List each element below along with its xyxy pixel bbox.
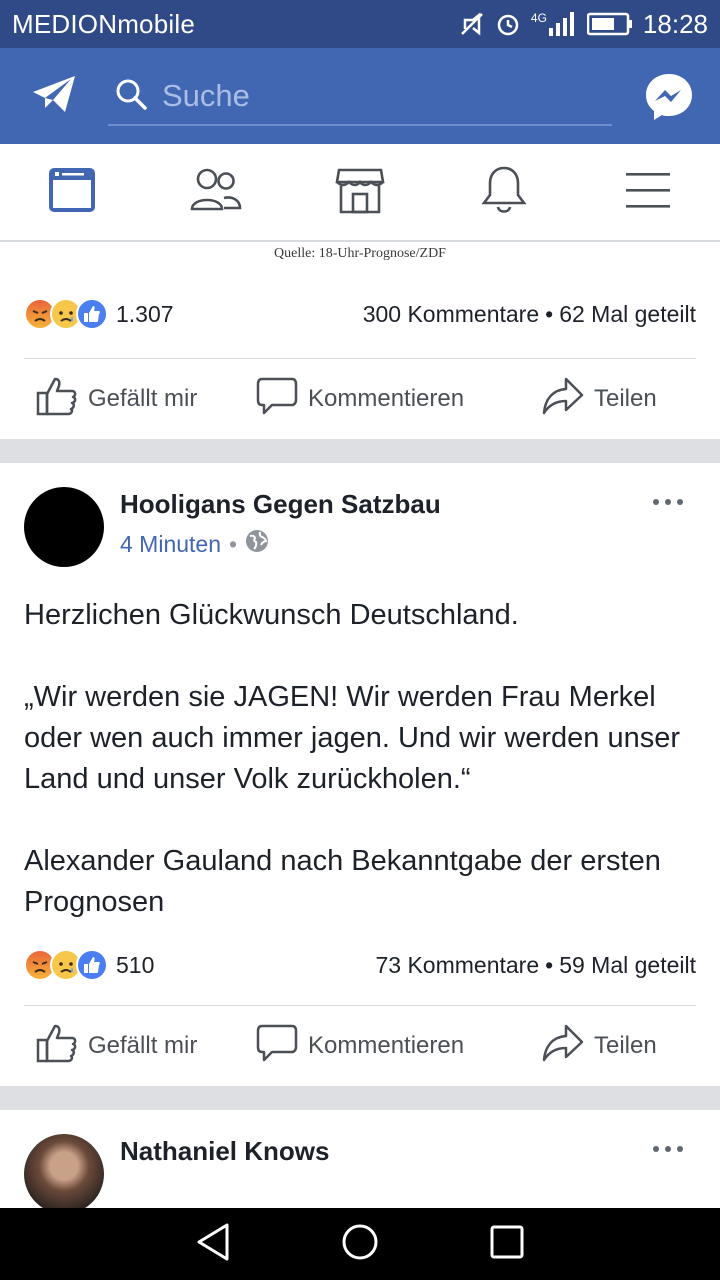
post-stats: 1.307 300 Kommentare • 62 Mal geteilt	[0, 270, 720, 358]
alarm-icon	[495, 11, 521, 37]
messenger-button[interactable]	[644, 72, 694, 127]
engagement-summary[interactable]: 300 Kommentare • 62 Mal geteilt	[363, 301, 696, 328]
search-bar[interactable]	[108, 68, 612, 126]
post-timestamp[interactable]: 4 Minuten	[120, 531, 221, 558]
comment-bubble-icon	[256, 376, 298, 423]
engagement-summary[interactable]: 73 Kommentare • 59 Mal geteilt	[375, 952, 696, 979]
recent-apps-button[interactable]	[477, 1214, 537, 1274]
post-text: Herzlichen Glückwunsch Deutschland. „Wir…	[0, 575, 720, 935]
clock-time: 18:28	[642, 8, 708, 39]
share-arrow-icon	[542, 376, 584, 423]
comment-label: Kommentieren	[308, 1032, 465, 1059]
feed-gap	[0, 1086, 720, 1110]
share-label: Teilen	[594, 385, 657, 412]
post-paragraph	[24, 800, 696, 841]
post-header: Nathaniel Knows	[0, 1110, 720, 1208]
feed-gap	[0, 439, 720, 463]
tab-friends[interactable]	[144, 144, 288, 240]
like-reaction-icon	[76, 298, 108, 330]
comment-count: 73 Kommentare	[375, 951, 540, 978]
post-actions: Gefällt mir Kommentieren Teilen	[0, 1006, 720, 1086]
like-label: Gefällt mir	[88, 385, 198, 412]
avatar[interactable]	[24, 1134, 104, 1208]
carrier-name: MEDIONmobile	[12, 8, 195, 39]
post-card: Quelle: 18-Uhr-Prognose/ZDF 1.307 300 Ko…	[0, 242, 720, 439]
more-options-button[interactable]	[652, 1140, 684, 1158]
post-meta: 4 Minuten •	[120, 529, 269, 559]
post-paragraph: Herzlichen Glückwunsch Deutschland.	[24, 599, 519, 631]
post-author[interactable]: Nathaniel Knows	[120, 1136, 329, 1167]
marketplace-icon	[335, 166, 385, 219]
separator-dot: •	[545, 300, 554, 327]
comment-button[interactable]: Kommentieren	[256, 376, 542, 423]
search-input[interactable]	[162, 78, 582, 114]
more-options-button[interactable]	[652, 493, 684, 511]
comment-label: Kommentieren	[308, 385, 465, 412]
tab-menu[interactable]	[576, 144, 720, 240]
search-icon	[114, 77, 148, 116]
more-dots-icon	[652, 1140, 684, 1157]
paper-plane-icon	[31, 74, 77, 119]
comment-count: 300 Kommentare	[362, 300, 540, 327]
post-card: Nathaniel Knows	[0, 1110, 720, 1208]
post-paragraph	[24, 636, 696, 677]
share-button[interactable]: Teilen	[542, 1023, 657, 1070]
like-button[interactable]: Gefällt mir	[36, 376, 256, 423]
like-label: Gefällt mir	[88, 1032, 198, 1059]
share-button[interactable]: Teilen	[542, 376, 657, 423]
reactions-summary[interactable]: 1.307	[24, 298, 174, 330]
thumbs-up-icon	[36, 1023, 78, 1070]
more-dots-icon	[652, 493, 684, 510]
share-arrow-icon	[542, 1023, 584, 1070]
bell-icon	[481, 165, 527, 220]
reactions-summary[interactable]: 510	[24, 949, 154, 981]
avatar[interactable]	[24, 487, 104, 567]
share-count: 62 Mal geteilt	[559, 300, 696, 327]
news-feed[interactable]: Quelle: 18-Uhr-Prognose/ZDF 1.307 300 Ko…	[0, 242, 720, 1208]
post-card: Hooligans Gegen Satzbau 4 Minuten • Herz…	[0, 463, 720, 1086]
status-bar: MEDIONmobile 4G 18:28	[0, 0, 720, 48]
share-label: Teilen	[594, 1032, 657, 1059]
post-paragraph: „Wir werden sie JAGEN! Wir werden Frau M…	[24, 681, 681, 795]
recents-square-icon	[490, 1225, 524, 1264]
signal-icon: 4G	[531, 12, 577, 36]
main-nav-tabs	[0, 144, 720, 242]
tab-marketplace[interactable]	[288, 144, 432, 240]
comment-bubble-icon	[256, 1023, 298, 1070]
post-header: Hooligans Gegen Satzbau 4 Minuten •	[0, 463, 720, 575]
battery-icon	[586, 12, 633, 36]
like-reaction-icon	[76, 949, 108, 981]
post-actions: Gefällt mir Kommentieren Teilen	[0, 359, 720, 439]
reaction-count: 510	[116, 951, 155, 978]
menu-icon	[626, 172, 670, 213]
home-button[interactable]	[330, 1214, 390, 1274]
globe-icon	[245, 529, 269, 559]
friends-icon	[190, 167, 242, 218]
separator-dot: •	[229, 530, 238, 557]
app-bar	[0, 48, 720, 144]
mute-icon	[459, 11, 485, 37]
separator-dot: •	[545, 951, 554, 978]
comment-button[interactable]: Kommentieren	[256, 1023, 542, 1070]
messenger-icon	[644, 74, 694, 126]
system-navigation-bar	[0, 1208, 720, 1280]
news-feed-icon	[47, 166, 97, 219]
tab-news-feed[interactable]	[0, 144, 144, 240]
home-circle-icon	[341, 1223, 379, 1266]
post-stats: 510 73 Kommentare • 59 Mal geteilt	[0, 935, 720, 995]
back-triangle-icon	[195, 1222, 231, 1267]
reaction-count: 1.307	[116, 300, 174, 327]
network-type: 4G	[530, 11, 547, 25]
share-count: 59 Mal geteilt	[559, 951, 696, 978]
share-direct-button[interactable]	[6, 48, 102, 144]
post-paragraph: Alexander Gauland nach Bekanntgabe der e…	[24, 845, 661, 918]
image-source-caption: Quelle: 18-Uhr-Prognose/ZDF	[274, 246, 446, 261]
thumbs-up-icon	[36, 376, 78, 423]
post-author[interactable]: Hooligans Gegen Satzbau	[120, 489, 441, 520]
like-button[interactable]: Gefällt mir	[36, 1023, 256, 1070]
tab-notifications[interactable]	[432, 144, 576, 240]
back-button[interactable]	[183, 1214, 243, 1274]
status-icons: 4G 18:28	[459, 9, 708, 40]
